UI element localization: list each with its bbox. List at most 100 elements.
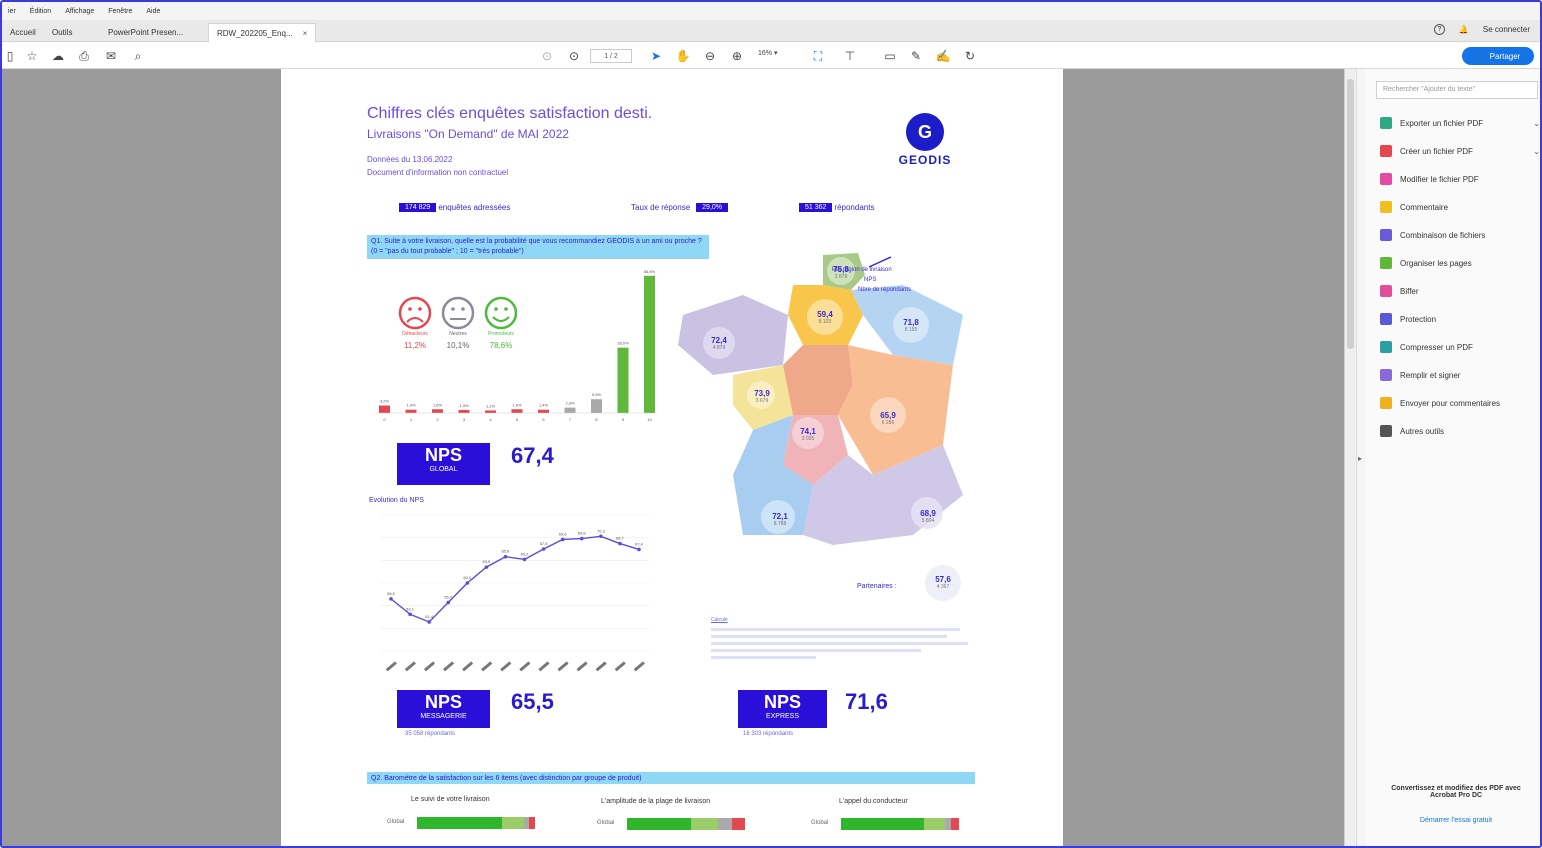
x-axis-tick-label (633, 661, 645, 672)
menu-help[interactable]: Aide (146, 8, 160, 15)
chevron-down-icon[interactable]: ⌄ (1533, 119, 1540, 128)
region-label-east: 71,8 8 155 (898, 318, 924, 333)
tool-item-label: Modifier le fichier PDF (1400, 174, 1479, 184)
select-cursor-icon[interactable]: ➤ (648, 48, 664, 64)
share-button[interactable]: 👤 Partager (1462, 47, 1534, 65)
document-viewport[interactable]: Chiffres clés enquêtes satisfaction dest… (2, 69, 1344, 846)
share-button-label: Partager (1489, 51, 1521, 61)
highlight-pen-icon[interactable]: ✎ (908, 48, 924, 64)
scrollbar-thumb[interactable] (1347, 79, 1354, 349)
bar-value-label: 3,2% (380, 399, 390, 404)
x-axis-tick-label (595, 661, 607, 672)
zoom-out-icon[interactable]: ⊖ (702, 48, 718, 64)
help-icon[interactable]: ? (1433, 24, 1445, 35)
barometer-row-label-1: Global (387, 819, 405, 825)
nps-messagerie-title: NPS (424, 692, 462, 712)
menu-view[interactable]: Affichage (65, 8, 94, 15)
tool-item-create-pdf[interactable]: Créer un fichier PDF ⌄ (1380, 143, 1540, 159)
tool-item-label: Exporter un fichier PDF (1400, 118, 1484, 128)
nps-messagerie-respondents: 35 058 répondants (405, 731, 456, 737)
tool-item-redact[interactable]: Biffer (1380, 283, 1540, 299)
bar-score-8 (591, 399, 602, 413)
tab-home[interactable]: Accueil (2, 23, 44, 42)
nps-messagerie-value: 65,5 (511, 689, 554, 714)
barometer-row-label-3: Global (811, 820, 829, 826)
document-subtitle: Livraisons "On Demand" de MAI 2022 (367, 127, 569, 141)
nps-global-subtitle: GLOBAL (429, 466, 458, 473)
x-axis-tick-label (385, 661, 397, 672)
panel-collapse-handle[interactable]: ▸ (1356, 69, 1366, 846)
tool-item-organize-pages[interactable]: Organiser les pages (1380, 255, 1540, 271)
free-trial-link[interactable]: Démarrer l'essai gratuit (1386, 817, 1526, 824)
tool-item-fill-sign[interactable]: Remplir et signer (1380, 367, 1540, 383)
star-icon[interactable]: ☆ (24, 48, 40, 64)
menu-edit[interactable]: Édition (30, 8, 51, 15)
nps-point-label: 68,7 (616, 536, 625, 541)
zoom-in-icon[interactable]: ⊕ (729, 48, 745, 64)
zoom-level-dropdown[interactable]: 16% ▾ (758, 49, 777, 57)
page-number-input[interactable]: 1 / 2 (590, 49, 632, 63)
x-axis-tick-label (576, 661, 588, 672)
tab-document-2[interactable]: RDW_202205_Enq... × (208, 23, 317, 42)
nps-evolution-point (503, 554, 508, 559)
tool-item-label: Autres outils (1400, 426, 1445, 436)
menu-window[interactable]: Fenêtre (108, 8, 132, 15)
region-south-east-count: 5 804 (921, 518, 935, 524)
tab-tools[interactable]: Outils (44, 23, 80, 42)
evolution-chart-title: Evolution du NPS (369, 497, 424, 504)
sign-in-link[interactable]: Se connecter (1483, 25, 1530, 34)
search-icon[interactable]: ⌕ (130, 48, 146, 64)
rotate-icon[interactable]: ↻ (962, 48, 978, 64)
close-tab-icon[interactable]: × (303, 29, 308, 38)
map-region-west (678, 295, 788, 375)
hand-tool-icon[interactable]: ✋ (675, 48, 691, 64)
nps-point-label: 65,2 (521, 551, 530, 556)
barometer-row-label-2: Global (597, 820, 615, 826)
fit-page-icon[interactable]: ⛶ (810, 48, 826, 64)
nps-evolution-point (637, 547, 641, 552)
geodis-logo-mark: G (906, 113, 944, 151)
nps-express-title: NPS (763, 692, 801, 712)
menu-file[interactable]: ier (8, 8, 16, 15)
scroll-mode-icon[interactable]: ⊤ (842, 48, 858, 64)
x-axis-tick-label (462, 661, 474, 672)
partners-label: Partenaires : (857, 583, 897, 590)
page-up-icon[interactable]: ⊙ (539, 48, 555, 64)
notification-icon[interactable]: 🔔 (1459, 25, 1469, 34)
bar-category-label: 4 (489, 417, 492, 422)
x-axis-tick-label (404, 661, 416, 672)
sidebar-toggle-icon[interactable]: ▯ (2, 48, 18, 64)
vertical-scrollbar[interactable] (1344, 69, 1356, 846)
bar-score-9 (617, 347, 629, 413)
nps-evolution-point (427, 620, 431, 624)
organize-pages-icon (1380, 257, 1392, 269)
tool-item-edit-pdf[interactable]: Modifier le fichier PDF (1380, 171, 1540, 187)
nps-messagerie-box: NPS MESSAGERIE (397, 690, 490, 728)
tab-document-1[interactable]: PowerPoint Presen... (100, 23, 191, 42)
bar-score-6 (538, 409, 549, 413)
tool-item-more-tools[interactable]: Autres outils (1380, 423, 1540, 439)
collapse-chevron-icon[interactable]: ▸ (1358, 454, 1362, 463)
tool-item-compress-pdf[interactable]: Compresser un PDF (1380, 339, 1540, 355)
surveys-sent-label: enquêtes adressées (438, 203, 511, 212)
comment-icon[interactable]: ▭ (882, 48, 898, 64)
nps-global-box: NPS GLOBAL (397, 443, 490, 485)
print-icon[interactable]: ⎙ (76, 48, 92, 64)
page-down-icon[interactable]: ⊙ (566, 48, 582, 64)
nps-evolution-point (541, 547, 546, 551)
nps-point-label: 65,8 (502, 549, 511, 554)
tool-item-combine-files[interactable]: Combinaison de fichiers (1380, 227, 1540, 243)
tool-item-protect[interactable]: Protection (1380, 311, 1540, 327)
x-axis-tick-label (423, 661, 436, 672)
chevron-down-icon[interactable]: ⌄ (1533, 147, 1540, 156)
sign-icon[interactable]: ✍ (935, 48, 951, 64)
mail-icon[interactable]: ✉ (103, 48, 119, 64)
bar-category-label: 1 (410, 417, 413, 422)
tool-item-send-review[interactable]: Envoyer pour commentaires (1380, 395, 1540, 411)
region-label-south-west: 72,1 8 788 (767, 512, 793, 527)
cloud-upload-icon[interactable]: ☁ (50, 48, 66, 64)
tools-search-input[interactable]: Rechercher "Ajouter du texte" (1376, 81, 1538, 99)
nps-express-value: 71,6 (845, 689, 888, 714)
tool-item-comment[interactable]: Commentaire (1380, 199, 1540, 215)
tool-item-export-pdf[interactable]: Exporter un fichier PDF ⌄ (1380, 115, 1540, 131)
